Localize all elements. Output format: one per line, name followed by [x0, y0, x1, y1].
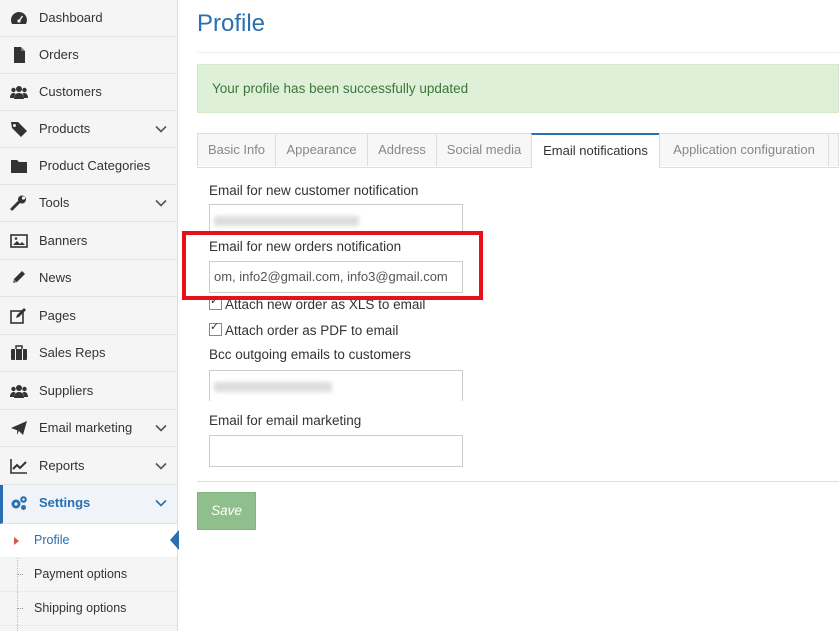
users-icon — [10, 385, 28, 398]
sidebar-item-label: Pages — [39, 308, 76, 323]
sidebar-item-tools[interactable]: Tools — [0, 185, 177, 222]
page-title: Profile — [197, 10, 266, 37]
tab-bar: Basic Info Appearance Address Social med… — [197, 132, 839, 168]
folder-icon — [11, 160, 27, 173]
chevron-down-icon — [155, 424, 167, 432]
chevron-down-icon — [155, 125, 167, 133]
file-icon — [14, 47, 25, 63]
sidebar-item-orders[interactable]: Orders — [0, 37, 177, 74]
caret-right-icon — [14, 537, 19, 545]
tab-email-notifications[interactable]: Email notifications — [531, 133, 660, 168]
sidebar-item-label: Tools — [39, 195, 70, 210]
sidebar-subitem-profile[interactable]: Profile — [0, 524, 177, 558]
chevron-down-icon — [155, 199, 167, 207]
sidebar: Dashboard Orders Customers Products Prod… — [0, 0, 178, 631]
bcc-email-field[interactable] — [209, 370, 463, 401]
sidebar-item-label: Banners — [39, 233, 88, 248]
sidebar-item-banners[interactable]: Banners — [0, 223, 177, 260]
sidebar-subitem-label: Shipping options — [34, 601, 127, 615]
tab-social-media[interactable]: Social media — [436, 133, 532, 166]
edit-icon — [10, 308, 26, 324]
pencil-icon — [13, 271, 25, 283]
tag-icon — [11, 122, 27, 137]
new-customer-email-field[interactable] — [209, 204, 463, 234]
tab-address[interactable]: Address — [367, 133, 437, 166]
dashboard-icon — [11, 12, 27, 24]
sidebar-item-reports[interactable]: Reports — [0, 448, 177, 485]
tree-connector — [17, 574, 23, 575]
save-button[interactable]: Save — [197, 492, 256, 530]
attach-pdf-label: Attach order as PDF to email — [225, 323, 399, 338]
sidebar-item-products[interactable]: Products — [0, 111, 177, 148]
sidebar-subitem-payment-options[interactable]: Payment options — [0, 558, 177, 592]
sidebar-item-label: Settings — [39, 495, 91, 510]
sidebar-item-dashboard[interactable]: Dashboard — [0, 0, 177, 37]
attach-pdf-option[interactable]: Attach order as PDF to email — [209, 320, 399, 338]
tree-connector — [17, 608, 23, 609]
sidebar-item-customers[interactable]: Customers — [0, 74, 177, 111]
active-item-indicator — [170, 530, 179, 550]
sidebar-item-label: Products — [39, 121, 91, 136]
sidebar-item-sales-reps[interactable]: Sales Reps — [0, 335, 177, 372]
form-divider — [197, 481, 839, 482]
redacted-value — [214, 216, 359, 226]
sidebar-item-label: News — [39, 270, 72, 285]
line-chart-icon — [10, 459, 27, 474]
users-icon — [10, 86, 28, 99]
image-icon — [10, 234, 28, 248]
annotation-highlight — [182, 231, 483, 300]
sidebar-item-label: Sales Reps — [39, 345, 106, 360]
sidebar-item-email-marketing[interactable]: Email marketing — [0, 410, 177, 447]
tab-appearance[interactable]: Appearance — [275, 133, 368, 166]
sidebar-item-label: Customers — [39, 84, 102, 99]
sidebar-item-label: Orders — [39, 47, 79, 62]
sidebar-item-pages[interactable]: Pages — [0, 298, 177, 335]
sidebar-item-label: Suppliers — [39, 383, 94, 398]
sidebar-item-label: Reports — [39, 458, 85, 473]
marketing-email-field[interactable] — [209, 435, 463, 467]
new-customer-email-label: Email for new customer notification — [209, 183, 419, 198]
divider — [197, 52, 839, 53]
tab-basic-info[interactable]: Basic Info — [197, 133, 276, 166]
success-alert: Your profile has been successfully updat… — [197, 64, 839, 113]
briefcase-icon — [11, 345, 27, 360]
sidebar-item-suppliers[interactable]: Suppliers — [0, 373, 177, 410]
wrench-icon — [10, 195, 26, 211]
sidebar-item-label: Email marketing — [39, 420, 133, 435]
sidebar-item-product-categories[interactable]: Product Categories — [0, 148, 177, 185]
attach-pdf-checkbox[interactable] — [209, 320, 222, 336]
sidebar-subitem-label: Profile — [34, 533, 70, 547]
tab-overflow[interactable] — [828, 133, 839, 166]
gears-icon — [11, 496, 27, 510]
chevron-down-icon — [155, 499, 167, 507]
bcc-email-label: Bcc outgoing emails to customers — [209, 347, 411, 362]
sidebar-item-settings[interactable]: Settings — [0, 485, 177, 524]
sidebar-subitem-label: Payment options — [34, 567, 128, 581]
paper-plane-icon — [11, 421, 27, 435]
tab-application-configuration[interactable]: Application configuration — [659, 133, 829, 166]
sidebar-item-news[interactable]: News — [0, 260, 177, 297]
alert-message: Your profile has been successfully updat… — [212, 81, 469, 96]
sidebar-subitem-shipping-options[interactable]: Shipping options — [0, 592, 177, 626]
redacted-value — [214, 382, 332, 392]
chevron-down-icon — [155, 462, 167, 470]
sidebar-item-label: Product Categories — [39, 158, 151, 173]
sidebar-item-label: Dashboard — [39, 10, 103, 25]
marketing-email-label: Email for email marketing — [209, 413, 362, 428]
